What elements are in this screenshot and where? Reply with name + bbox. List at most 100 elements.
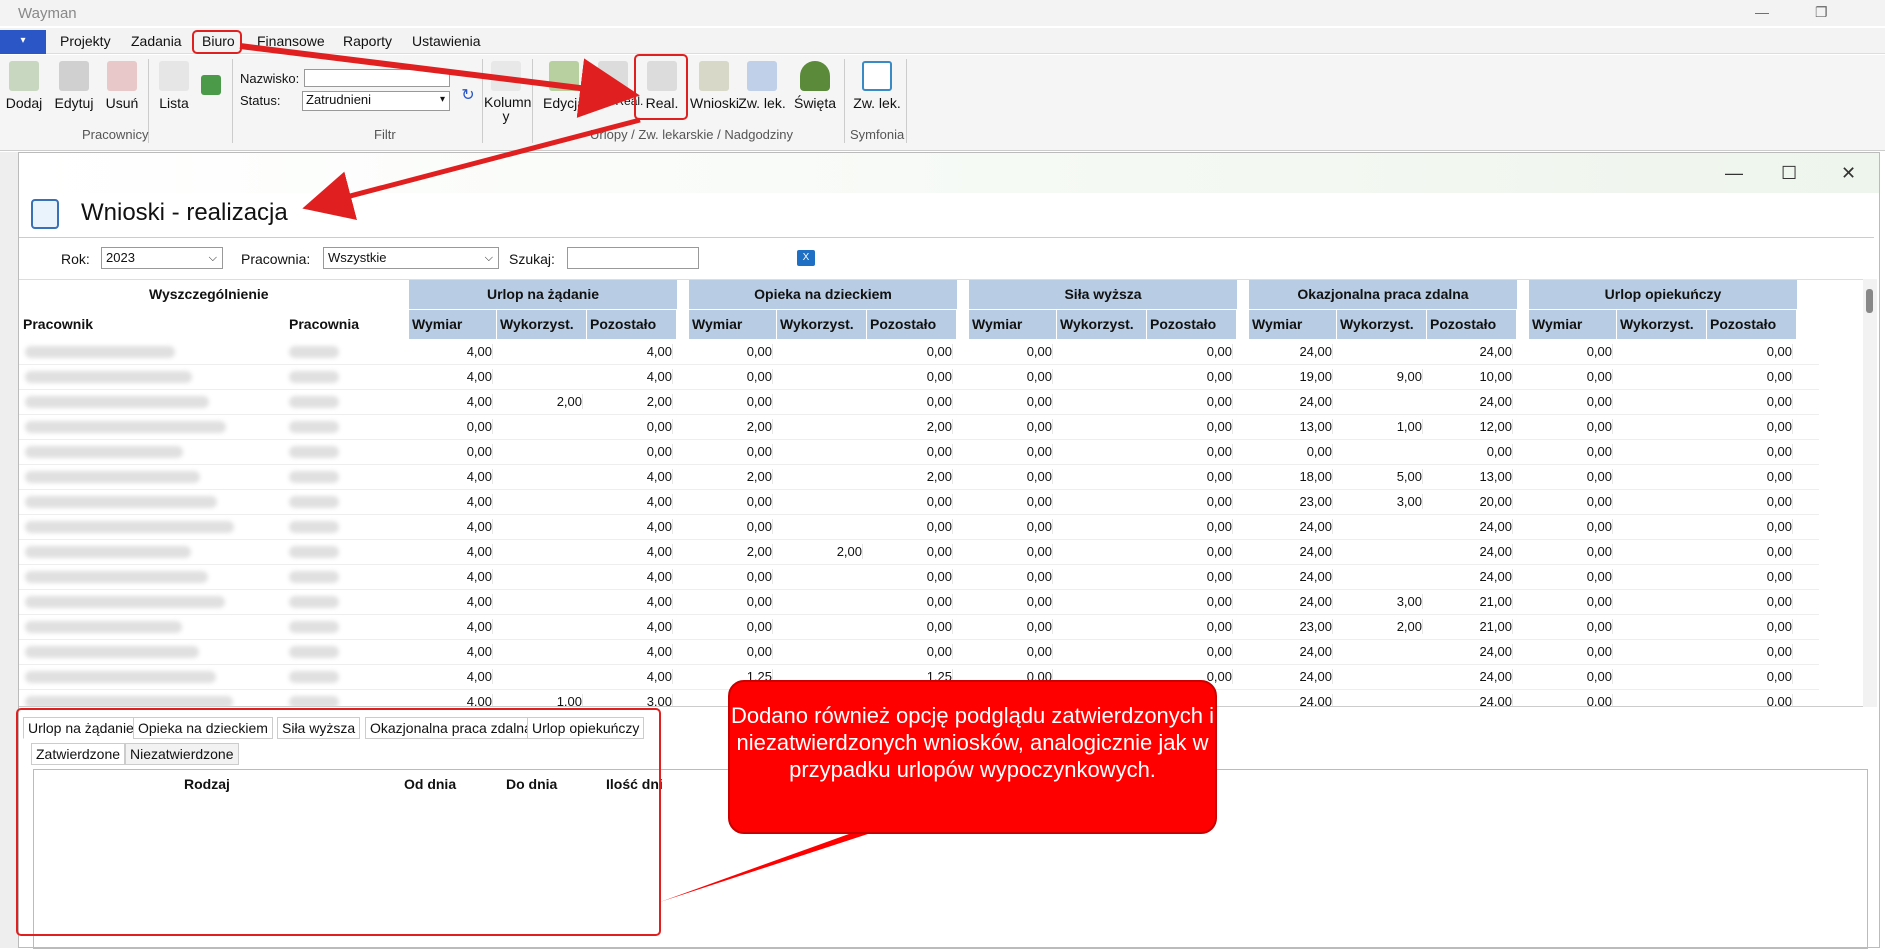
rok-select[interactable]: 2023 ⌵ [101, 247, 223, 269]
table-cell: 2,00 [777, 544, 863, 559]
group-pracownicy: Pracownicy [82, 127, 149, 142]
sub-header[interactable]: Wykorzyst. [1057, 310, 1147, 339]
sub-header[interactable]: Pozostało [587, 310, 677, 339]
table-cell: 0,00 [1147, 619, 1233, 634]
table-row[interactable]: 4,00 4,00 0,00 0,00 0,00 0,00 19,00 9,00 10,00 0,… [19, 365, 1819, 390]
refresh-icon[interactable]: ↻ [458, 85, 478, 105]
scrollbar-thumb[interactable] [1866, 289, 1873, 313]
table-cell: 0,00 [867, 644, 953, 659]
table-cell: 0,00 [969, 569, 1053, 584]
hospital-icon [747, 61, 777, 91]
divider [19, 237, 1874, 238]
menu-finansowe[interactable]: Finansowe [257, 33, 325, 49]
table-row[interactable]: 0,00 0,00 0,00 0,00 0,00 0,00 0,00 0,00 0,00 0,00 [19, 440, 1819, 465]
sub-header[interactable]: Wykorzyst. [1617, 310, 1707, 339]
list-button[interactable]: Lista [154, 61, 194, 111]
restore-icon[interactable]: ❐ [1815, 4, 1828, 21]
columns-button[interactable]: Kolumn y [484, 61, 531, 123]
table-cell: 0,00 [867, 344, 953, 359]
table-row[interactable]: 4,00 4,00 0,00 0,00 0,00 0,00 24,00 24,00 0,00 0,… [19, 640, 1819, 665]
table-cell: 4,00 [409, 519, 493, 534]
szukaj-input[interactable] [567, 247, 699, 269]
swieta-button[interactable]: Święta [792, 61, 838, 111]
redacted-pracownia [289, 546, 339, 558]
table-cell: 24,00 [1427, 694, 1513, 706]
sub-header[interactable]: Wykorzyst. [777, 310, 867, 339]
delete-employee-button[interactable]: Usuń [102, 61, 142, 111]
band-header: Siła wyższa [969, 280, 1237, 309]
table-row[interactable]: 4,00 4,00 0,00 0,00 0,00 0,00 24,00 24,00 0,00 0,… [19, 340, 1819, 365]
redacted-name [25, 371, 192, 383]
medical-kit-icon [862, 61, 892, 91]
zw-lek-button[interactable]: Zw. lek. [738, 61, 786, 111]
table-cell: 0,00 [969, 369, 1053, 384]
sub-header[interactable]: Wymiar [1249, 310, 1337, 339]
table-row[interactable]: 0,00 0,00 2,00 2,00 0,00 0,00 13,00 1,00 12,00 0,… [19, 415, 1819, 440]
table-cell: 0,00 [1707, 619, 1793, 634]
symfonia-zw-lek-button[interactable]: Zw. lek. [852, 61, 902, 111]
table-cell: 3,00 [587, 694, 673, 706]
table-cell: 0,00 [969, 494, 1053, 509]
table-row[interactable]: 4,00 4,00 0,00 0,00 0,00 0,00 24,00 24,00 0,00 0,… [19, 565, 1819, 590]
excel-export-icon[interactable]: X [797, 250, 815, 266]
sub-header[interactable]: Wykorzyst. [497, 310, 587, 339]
highlight-biuro [192, 30, 242, 54]
excel-export-button[interactable] [198, 75, 224, 99]
window-title: Wnioski - realizacja [81, 199, 288, 226]
sub-header[interactable]: Wymiar [969, 310, 1057, 339]
table-cell: 1,00 [497, 694, 583, 706]
plan-real-button[interactable]: Plan/Real. [588, 61, 643, 108]
table-cell: 0,00 [969, 619, 1053, 634]
table-cell: 0,00 [1147, 469, 1233, 484]
symfonia-zw-lek-label: Zw. lek. [853, 95, 901, 111]
sub-header[interactable]: Wymiar [689, 310, 777, 339]
table-cell: 24,00 [1249, 344, 1333, 359]
edit-label: Edytuj [54, 95, 94, 111]
sub-header[interactable]: Pozostało [867, 310, 957, 339]
table-cell: 4,00 [409, 344, 493, 359]
sub-header[interactable]: Pozostało [1427, 310, 1517, 339]
summary-grid: Wyszczególnienie Pracownik Pracownia Url… [19, 279, 1874, 707]
sub-header[interactable]: Wymiar [409, 310, 497, 339]
pracownia-select[interactable]: Wszystkie ⌵ [323, 247, 499, 269]
band-header: Urlop opiekuńczy [1529, 280, 1797, 309]
menu-projekty[interactable]: Projekty [60, 33, 111, 49]
chevron-down-icon: ⌵ [208, 252, 217, 264]
sub-header[interactable]: Wykorzyst. [1337, 310, 1427, 339]
list-icon [159, 61, 189, 91]
edycja-button[interactable]: Edycja [540, 61, 588, 111]
sub-header[interactable]: Pozostało [1147, 310, 1237, 339]
redacted-pracownia [289, 421, 339, 433]
table-cell: 2,00 [867, 419, 953, 434]
wnioski-button[interactable]: Wnioski [690, 61, 739, 111]
minimize-icon[interactable]: — [1755, 4, 1769, 20]
table-cell: 0,00 [1249, 444, 1333, 459]
table-row[interactable]: 4,00 2,00 2,00 0,00 0,00 0,00 0,00 24,00 24,00 0,… [19, 390, 1819, 415]
table-cell: 4,00 [409, 594, 493, 609]
menu-raporty[interactable]: Raporty [343, 33, 392, 49]
col-pracownia[interactable]: Pracownia [289, 316, 359, 332]
sub-header[interactable]: Wymiar [1529, 310, 1617, 339]
table-cell: 24,00 [1249, 569, 1333, 584]
window-minimize-icon[interactable]: — [1725, 163, 1743, 184]
table-row[interactable]: 4,00 4,00 2,00 2,00 0,00 0,00 18,00 5,00 13,00 0,… [19, 465, 1819, 490]
status-select[interactable]: Zatrudnieni ▾ [302, 91, 450, 111]
add-employee-button[interactable]: Dodaj [4, 61, 44, 111]
table-row[interactable]: 4,00 4,00 0,00 0,00 0,00 0,00 23,00 2,00 21,00 0,… [19, 615, 1819, 640]
col-pracownik[interactable]: Pracownik [23, 316, 93, 332]
window-maximize-icon[interactable]: ☐ [1781, 163, 1797, 184]
menu-ustawienia[interactable]: Ustawienia [412, 33, 480, 49]
table-row[interactable]: 4,00 4,00 0,00 0,00 0,00 0,00 23,00 3,00 20,00 0,… [19, 490, 1819, 515]
edit-employee-button[interactable]: Edytuj [54, 61, 94, 111]
window-close-icon[interactable]: ✕ [1841, 163, 1856, 184]
table-cell: 4,00 [409, 394, 493, 409]
table-row[interactable]: 4,00 4,00 0,00 0,00 0,00 0,00 24,00 3,00 21,00 0,… [19, 590, 1819, 615]
nazwisko-input[interactable] [304, 69, 450, 87]
table-row[interactable]: 4,00 4,00 0,00 0,00 0,00 0,00 24,00 24,00 0,00 0,… [19, 515, 1819, 540]
table-cell: 0,00 [1529, 644, 1613, 659]
home-menu-button[interactable]: ▾ [0, 30, 46, 54]
table-row[interactable]: 4,00 4,00 2,00 2,00 0,00 0,00 0,00 24,00 24,00 0,… [19, 540, 1819, 565]
menu-zadania[interactable]: Zadania [131, 33, 182, 49]
sub-header[interactable]: Pozostało [1707, 310, 1797, 339]
vertical-scrollbar[interactable] [1863, 279, 1877, 707]
